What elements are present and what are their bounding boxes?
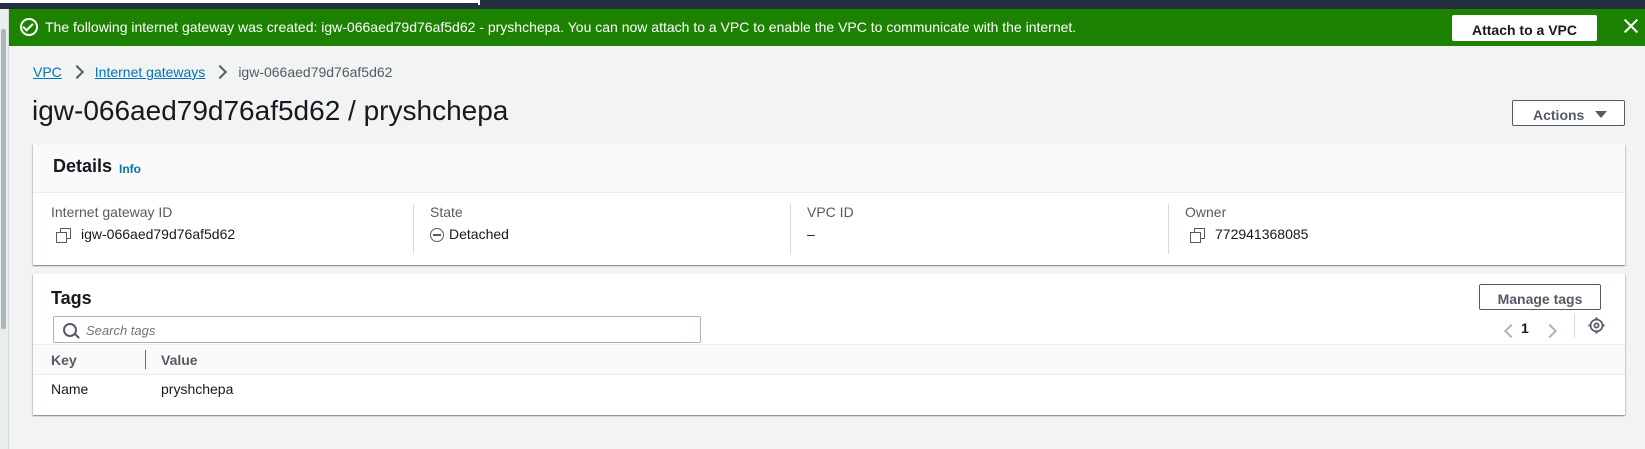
breadcrumb-current: igw-066aed79d76af5d62 — [238, 64, 393, 80]
copy-icon[interactable] — [1190, 228, 1205, 243]
info-link[interactable]: Info — [119, 162, 141, 176]
pager-divider — [1574, 314, 1575, 338]
manage-tags-button[interactable]: Manage tags — [1479, 284, 1601, 310]
field-vpc-id: VPC ID – — [790, 204, 1167, 254]
details-header: Details Info — [33, 144, 1625, 193]
flash-message: The following internet gateway was creat… — [45, 19, 1077, 35]
tags-table-header: Key Value — [33, 344, 1625, 375]
side-navigation-rail[interactable] — [0, 9, 9, 449]
tags-heading: Tags — [51, 288, 92, 308]
field-label: State — [430, 204, 463, 220]
browser-top-strip — [0, 0, 1645, 9]
internet-gateway-id-value: igw-066aed79d76af5d62 — [81, 226, 236, 242]
table-row: Name pryshchepa — [33, 374, 1625, 404]
owner-value: 772941368085 — [1215, 226, 1309, 242]
tab-highlight — [0, 0, 480, 3]
success-check-icon — [20, 18, 38, 36]
field-label: Internet gateway ID — [51, 204, 173, 220]
search-tags-input[interactable] — [84, 320, 688, 340]
details-panel: Details Info Internet gateway ID igw-066… — [33, 144, 1625, 265]
field-state: State Detached — [413, 204, 806, 254]
chevron-left-icon[interactable] — [1503, 323, 1519, 339]
chevron-right-icon — [213, 64, 228, 80]
column-header-value[interactable]: Value — [161, 352, 198, 368]
details-heading: Details — [53, 156, 113, 176]
success-flash-banner: The following internet gateway was creat… — [9, 9, 1645, 46]
vpc-id-value: – — [807, 226, 815, 242]
close-icon[interactable] — [1622, 17, 1640, 35]
breadcrumb-vpc-link[interactable]: VPC — [33, 64, 62, 80]
column-resizer[interactable] — [145, 350, 146, 369]
tag-key-cell: Name — [51, 381, 89, 397]
page-number[interactable]: 1 — [1521, 320, 1529, 336]
state-value: Detached — [449, 226, 509, 242]
caret-down-icon — [1595, 111, 1607, 118]
search-icon — [63, 323, 77, 337]
side-scrollbar[interactable] — [1, 29, 6, 329]
tags-panel: Tags Manage tags 1 Key Value Name pryshc… — [33, 274, 1625, 415]
breadcrumb: VPC Internet gateways igw-066aed79d76af5… — [33, 64, 392, 80]
search-tags-field[interactable] — [53, 316, 701, 343]
field-label: VPC ID — [807, 204, 854, 220]
breadcrumb-internet-gateways-link[interactable]: Internet gateways — [95, 64, 206, 80]
page-title: igw-066aed79d76af5d62 / pryshchepa — [32, 95, 509, 126]
field-internet-gateway-id: Internet gateway ID igw-066aed79d76af5d6… — [51, 204, 411, 254]
gear-icon[interactable] — [1588, 317, 1605, 334]
detached-status-icon — [430, 228, 444, 242]
column-header-key[interactable]: Key — [51, 352, 77, 368]
actions-dropdown-button[interactable]: Actions — [1512, 100, 1625, 126]
chevron-right-icon[interactable] — [1542, 323, 1558, 339]
attach-to-vpc-button[interactable]: Attach to a VPC — [1452, 15, 1597, 41]
chevron-right-icon — [69, 64, 84, 80]
actions-label: Actions — [1533, 107, 1585, 123]
tag-value-cell: pryshchepa — [161, 381, 234, 397]
tab-edge — [478, 0, 480, 5]
field-owner: Owner 772941368085 — [1168, 204, 1589, 254]
field-label: Owner — [1185, 204, 1227, 220]
copy-icon[interactable] — [56, 228, 71, 243]
